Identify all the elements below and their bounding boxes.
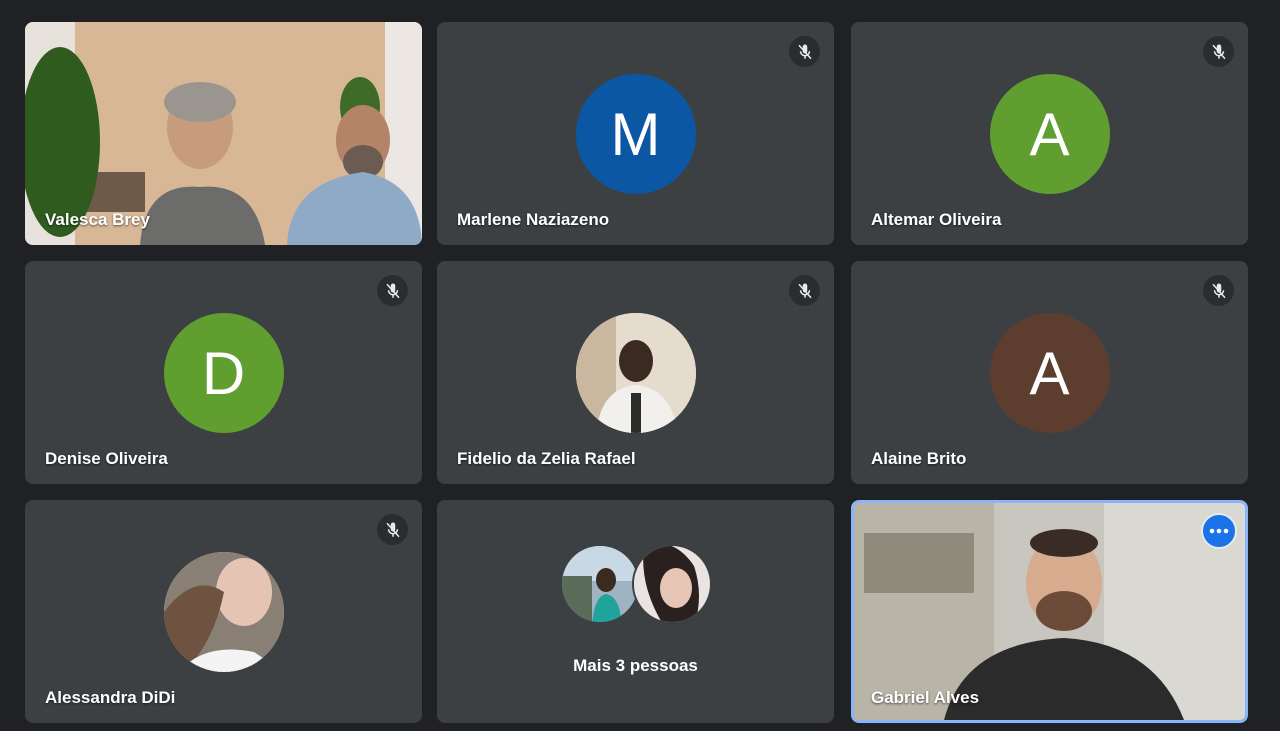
- participant-tile-alessandra[interactable]: Alessandra DiDi: [25, 500, 422, 723]
- participant-name: Valesca Brey: [45, 210, 150, 229]
- participant-tile-valesca[interactable]: Valesca Brey: [25, 22, 422, 245]
- participant-name: Altemar Oliveira: [871, 210, 1002, 229]
- mic-off-icon: [789, 36, 820, 67]
- participant-tile-fidelio[interactable]: Fidelio da Zelia Rafael: [437, 261, 834, 484]
- participant-name: Gabriel Alves: [871, 688, 980, 707]
- participant-name: Alessandra DiDi: [45, 688, 176, 707]
- more-participants-label: Mais 3 pessoas: [573, 656, 698, 675]
- participant-tile-marlene[interactable]: M Marlene Naziazeno: [437, 22, 834, 245]
- mic-off-icon: [789, 275, 820, 306]
- more-participants-tile[interactable]: Mais 3 pessoas: [437, 500, 834, 723]
- participant-tile-denise[interactable]: D Denise Oliveira: [25, 261, 422, 484]
- avatar: M: [575, 74, 696, 194]
- more-horiz-icon: [1209, 528, 1229, 534]
- participant-name: Marlene Naziazeno: [457, 210, 610, 229]
- avatar-photo: [163, 552, 284, 672]
- participant-tile-altemar[interactable]: A Altemar Oliveira: [851, 22, 1248, 245]
- avatar-photo: [631, 544, 712, 624]
- mic-off-icon: [1203, 36, 1234, 67]
- participant-tile-alaine[interactable]: A Alaine Brito: [851, 261, 1248, 484]
- mic-off-icon: [1203, 275, 1234, 306]
- more-participants-avatars: [559, 544, 712, 624]
- avatar: D: [163, 313, 284, 433]
- mic-off-icon: [377, 514, 408, 545]
- mic-off-icon: [377, 275, 408, 306]
- more-options-button[interactable]: [1201, 513, 1237, 549]
- participant-tile-gabriel[interactable]: Gabriel Alves: [851, 500, 1248, 723]
- avatar-photo: [575, 313, 696, 433]
- participant-name: Fidelio da Zelia Rafael: [457, 449, 636, 468]
- avatar: A: [989, 313, 1110, 433]
- avatar: A: [989, 74, 1110, 194]
- avatar-photo: [559, 544, 640, 624]
- participant-name: Denise Oliveira: [45, 449, 168, 468]
- participant-name: Alaine Brito: [871, 449, 967, 468]
